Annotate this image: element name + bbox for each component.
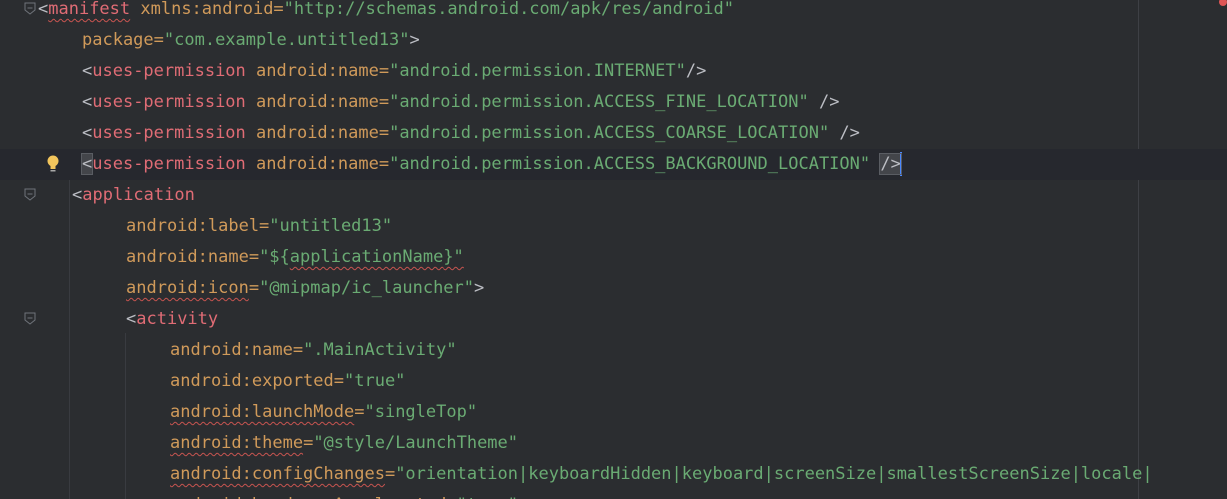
code-line[interactable]: <uses-permission android:name="android.p… [0, 118, 1227, 149]
code-text[interactable]: <uses-permission android:name="android.p… [82, 56, 706, 87]
code-token: "true" [457, 495, 518, 499]
code-line[interactable]: android:name="${applicationName}" [0, 242, 1227, 273]
code-editor[interactable]: <manifest xmlns:android="http://schemas.… [0, 0, 1227, 499]
code-line[interactable]: android:label="untitled13" [0, 211, 1227, 242]
code-text[interactable]: android:hardwareAccelerated="true" [170, 490, 518, 499]
code-line[interactable]: android:name=".MainActivity" [0, 335, 1227, 366]
text-caret [899, 152, 902, 176]
code-text[interactable]: <manifest xmlns:android="http://schemas.… [38, 0, 734, 25]
code-token: android:exported= [170, 371, 344, 391]
fold-arrow-icon[interactable] [24, 188, 36, 201]
code-token: "untitled13" [269, 216, 393, 236]
code-token: application [82, 185, 195, 205]
code-line[interactable]: android:launchMode="singleTop" [0, 397, 1227, 428]
lightbulb-icon[interactable] [46, 153, 60, 175]
code-line[interactable]: <activity [0, 304, 1227, 335]
code-token: android:name= [245, 61, 390, 81]
code-text[interactable]: android:name="${applicationName}" [126, 242, 464, 273]
code-line[interactable]: android:exported="true" [0, 366, 1227, 397]
code-token: ".MainActivity" [303, 340, 457, 360]
code-token: uses-permission [92, 61, 246, 81]
code-token: "orientation|keyboardHidden|keyboard|scr… [395, 464, 1153, 484]
code-token: > [474, 278, 485, 298]
code-token: < [80, 153, 94, 175]
code-token: android:label= [126, 216, 270, 236]
code-token: "android.permission.INTERNET" [389, 61, 686, 81]
code-line[interactable]: <uses-permission android:name="android.p… [0, 149, 1227, 180]
code-text[interactable]: android:name=".MainActivity" [170, 335, 457, 366]
code-token: "@style/LaunchTheme" [313, 433, 519, 453]
code-token: "http://schemas.android.com/apk/res/andr… [283, 0, 735, 19]
code-token: /> [685, 61, 707, 81]
code-token: = [384, 464, 396, 484]
code-text[interactable]: android:exported="true" [170, 366, 405, 397]
code-token: activity [136, 309, 219, 329]
fold-arrow-icon[interactable] [24, 312, 36, 325]
code-text[interactable]: <activity [126, 304, 218, 335]
code-token: android:configChanges [170, 464, 385, 484]
code-token: package= [82, 30, 164, 50]
code-text[interactable]: <application [72, 180, 195, 211]
code-token: "com.example.untitled13" [163, 30, 410, 50]
code-text[interactable]: <uses-permission android:name="android.p… [82, 87, 839, 118]
code-token: "true" [344, 371, 406, 391]
code-text[interactable]: <uses-permission android:name="android.p… [82, 118, 860, 149]
code-token: "@mipmap/ic_launcher" [259, 278, 475, 298]
code-token: applicationName [289, 247, 444, 267]
code-token: android:hardwareAccelerated= [170, 495, 457, 499]
code-token: uses-permission [92, 154, 246, 174]
code-text[interactable]: android:theme="@style/LaunchTheme" [170, 428, 518, 459]
code-token: < [82, 92, 93, 112]
code-line[interactable]: android:icon="@mipmap/ic_launcher"> [0, 273, 1227, 304]
code-token: < [72, 185, 83, 205]
code-token: > [409, 30, 420, 50]
code-line[interactable]: <uses-permission android:name="android.p… [0, 56, 1227, 87]
code-line[interactable]: android:hardwareAccelerated="true" [0, 490, 1227, 499]
code-token: = [248, 278, 260, 298]
code-token: android:name= [126, 247, 260, 267]
code-token: uses-permission [92, 92, 246, 112]
code-line[interactable]: android:theme="@style/LaunchTheme" [0, 428, 1227, 459]
code-text[interactable]: <uses-permission android:name="android.p… [80, 149, 902, 180]
code-token: "android.permission.ACCESS_COARSE_LOCATI… [389, 123, 830, 143]
code-token: xmlns:android= [130, 0, 284, 19]
code-token: = [303, 433, 314, 453]
code-token: < [82, 61, 93, 81]
code-line[interactable]: <manifest xmlns:android="http://schemas.… [0, 0, 1227, 25]
code-token: /> [879, 153, 902, 175]
code-token: android:icon [126, 278, 249, 298]
fold-arrow-icon[interactable] [24, 2, 36, 15]
code-token: /> [829, 123, 860, 143]
code-token: uses-permission [92, 123, 246, 143]
code-token: android:name= [245, 154, 390, 174]
code-token: "android.permission.ACCESS_FINE_LOCATION… [389, 92, 809, 112]
code-token: = [354, 402, 365, 422]
code-text[interactable]: android:launchMode="singleTop" [170, 397, 477, 428]
code-token: < [126, 309, 137, 329]
code-token: android:name= [245, 92, 390, 112]
code-token: "singleTop" [364, 402, 478, 422]
code-line[interactable]: android:configChanges="orientation|keybo… [0, 459, 1227, 490]
code-text[interactable]: package="com.example.untitled13"> [82, 25, 420, 56]
code-token: "${ [259, 247, 290, 267]
code-token: < [82, 123, 93, 143]
code-token: android:name= [170, 340, 304, 360]
code-token: < [38, 0, 49, 19]
code-token: /> [808, 92, 840, 112]
code-line[interactable]: <application [0, 180, 1227, 211]
code-token: android:theme [170, 433, 304, 453]
code-text[interactable]: android:configChanges="orientation|keybo… [170, 459, 1153, 490]
code-token: manifest [48, 0, 131, 19]
code-token: "android.permission.ACCESS_BACKGROUND_LO… [389, 154, 871, 174]
code-line[interactable]: <uses-permission android:name="android.p… [0, 87, 1227, 118]
code-token: }" [443, 247, 464, 267]
code-text[interactable]: android:icon="@mipmap/ic_launcher"> [126, 273, 484, 304]
code-line[interactable]: package="com.example.untitled13"> [0, 25, 1227, 56]
code-token: android:name= [245, 123, 390, 143]
code-token: android:launchMode [170, 402, 355, 422]
code-text[interactable]: android:label="untitled13" [126, 211, 392, 242]
